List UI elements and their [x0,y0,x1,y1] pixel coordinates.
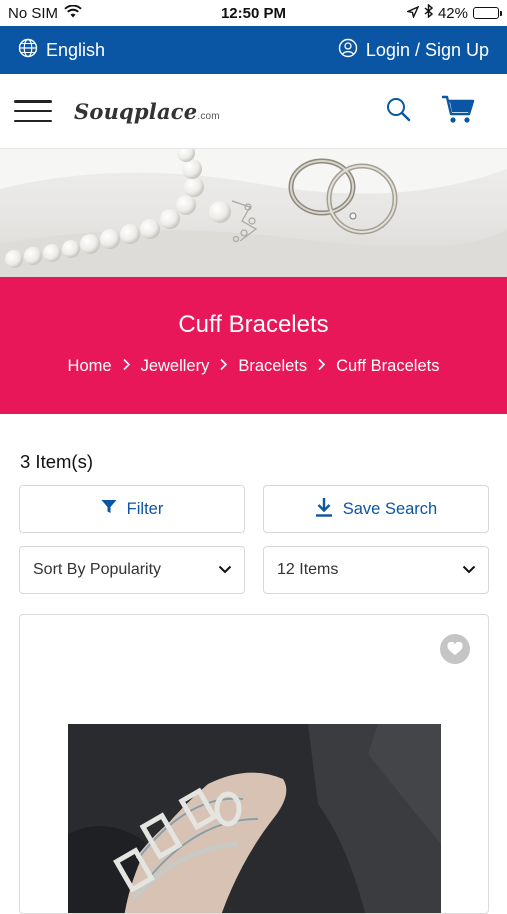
logo-suffix: .com [197,110,220,122]
items-per-page-select[interactable]: 12 Items [263,546,489,594]
category-banner: Cuff Bracelets Home Jewellery Bracelets … [0,277,507,414]
login-signup-link[interactable]: Login / Sign Up [338,38,489,63]
breadcrumb-home[interactable]: Home [68,357,112,376]
language-label: English [46,39,106,60]
items-per-page-value: 12 Items [277,561,339,578]
logo-text: Souqplace [74,98,198,124]
item-count: 3 Item(s) [20,451,93,472]
wifi-icon [64,4,82,22]
status-right: 42% [405,3,502,22]
battery-icon [473,7,502,19]
wishlist-heart-icon[interactable] [440,634,470,664]
product-image[interactable] [68,724,441,913]
filter-icon [101,499,117,519]
product-card[interactable] [19,614,489,914]
page-title: Cuff Bracelets [178,311,329,338]
filter-label: Filter [126,499,164,518]
search-icon[interactable] [385,96,411,127]
breadcrumb-current: Cuff Bracelets [336,357,440,375]
chevron-down-icon [462,561,476,579]
bluetooth-icon [424,3,434,22]
breadcrumb-jewellery[interactable]: Jewellery [141,357,210,376]
menu-icon[interactable] [14,100,52,122]
carrier-label: No SIM [8,4,59,22]
globe-icon [18,38,38,63]
save-search-button[interactable]: Save Search [263,485,489,533]
battery-percent: 42% [437,4,468,22]
header-actions [385,94,493,129]
sort-value: Sort By Popularity [33,561,162,578]
category-hero-image [0,149,507,277]
top-bar: English Login / Sign Up [0,26,507,74]
chevron-right-icon [219,358,228,376]
cart-icon[interactable] [441,94,475,129]
language-selector[interactable]: English [18,38,105,63]
site-header: Souqplace.com [0,74,507,149]
download-icon [315,497,333,522]
chevron-down-icon [218,561,232,579]
location-arrow-icon [405,5,420,22]
status-left: No SIM [8,4,82,22]
login-label: Login / Sign Up [365,39,489,60]
site-logo[interactable]: Souqplace.com [74,99,220,124]
save-search-label: Save Search [342,499,438,518]
filter-button[interactable]: Filter [19,485,245,533]
chevron-right-icon [317,358,326,376]
breadcrumb: Home Jewellery Bracelets Cuff Bracelets [0,357,507,376]
chevron-right-icon [122,358,131,376]
breadcrumb-bracelets[interactable]: Bracelets [238,357,307,376]
sort-select[interactable]: Sort By Popularity [19,546,245,594]
user-icon [338,38,358,63]
status-bar: No SIM 12:50 PM 42% [0,0,507,26]
